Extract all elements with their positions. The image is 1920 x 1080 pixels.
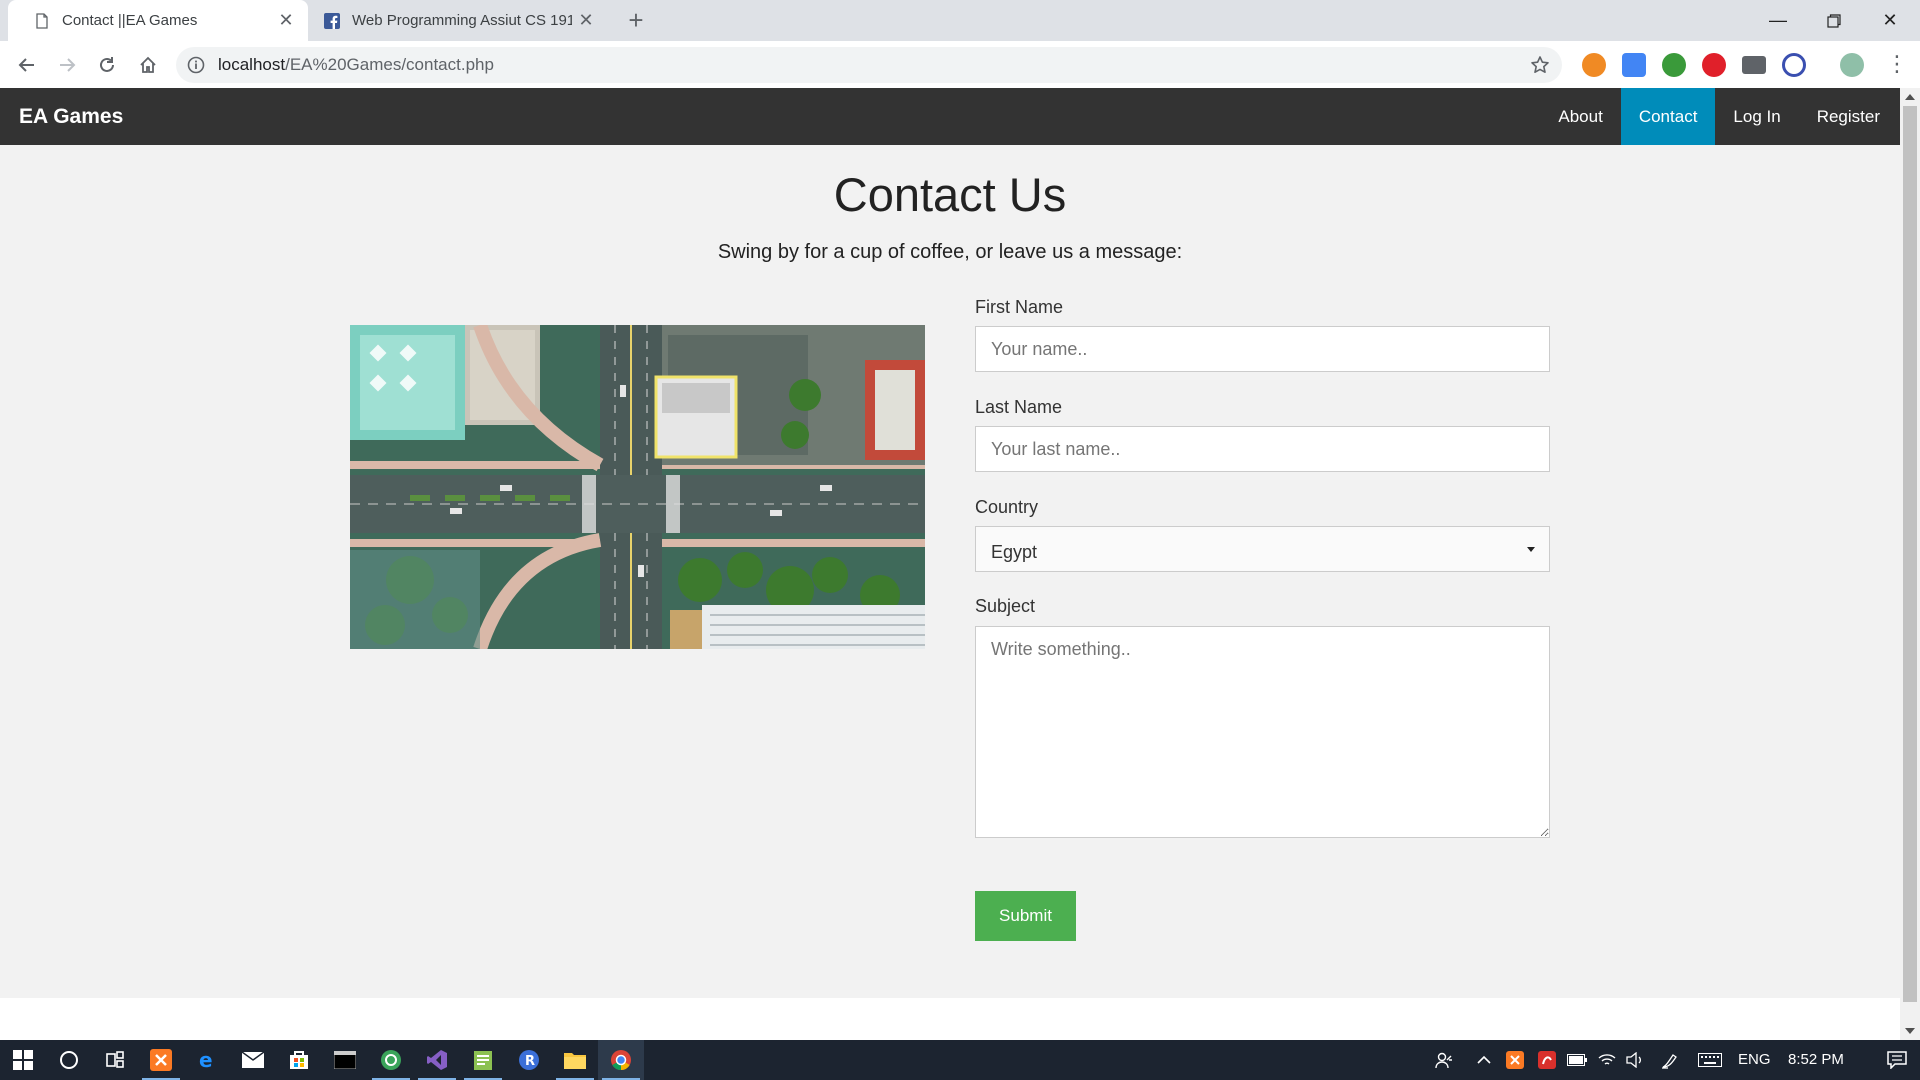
tab-facebook[interactable]: Web Programming Assiut CS 191 ✕	[308, 0, 608, 41]
site-navbar: EA Games About Contact Log In Register	[0, 88, 1900, 145]
r-app-icon[interactable]: R	[506, 1040, 552, 1080]
wifi-icon[interactable]	[1592, 1040, 1622, 1080]
battery-icon[interactable]	[1562, 1040, 1592, 1080]
tab-title: Web Programming Assiut CS 191	[352, 12, 572, 29]
extension-green-icon[interactable]	[1662, 53, 1686, 77]
svg-text:R: R	[525, 1054, 535, 1069]
task-view-icon[interactable]	[92, 1040, 138, 1080]
subject-label: Subject	[975, 596, 1036, 616]
url-path: /EA%20Games/contact.php	[285, 55, 494, 74]
page-subtitle: Swing by for a cup of coffee, or leave u…	[717, 241, 1183, 263]
notifications-icon[interactable]	[1874, 1040, 1920, 1080]
mail-app-icon[interactable]	[230, 1040, 276, 1080]
extension-orange-icon[interactable]	[1582, 53, 1606, 77]
nav-links: About Contact Log In Register	[1540, 88, 1900, 145]
chrome-menu-icon[interactable]: ⋮	[1886, 53, 1908, 77]
pen-icon[interactable]	[1656, 1040, 1686, 1080]
minimize-icon[interactable]: —	[1750, 0, 1806, 41]
last-name-input[interactable]	[975, 426, 1550, 472]
nav-login[interactable]: Log In	[1715, 88, 1798, 145]
contact-content: Contact Us Swing by for a cup of coffee,…	[0, 145, 1900, 998]
restore-icon[interactable]	[1806, 0, 1862, 41]
caret-down-icon	[1527, 547, 1535, 552]
url-host: localhost	[218, 55, 286, 74]
block-icon[interactable]	[1782, 53, 1806, 77]
subject-textarea[interactable]	[975, 626, 1550, 838]
back-arrow-icon[interactable]	[11, 49, 43, 81]
tab-close-icon[interactable]: ✕	[272, 10, 300, 31]
cortana-search-icon[interactable]	[46, 1040, 92, 1080]
keyboard-icon[interactable]	[1692, 1040, 1728, 1080]
tray-chevron-up-icon[interactable]	[1466, 1040, 1502, 1080]
svg-text:e: e	[199, 1049, 213, 1071]
opera-icon[interactable]	[1702, 53, 1726, 77]
windows-start-icon[interactable]	[0, 1040, 46, 1080]
scroll-up-icon[interactable]	[1905, 94, 1915, 100]
url-text: localhost/EA%20Games/contact.php	[218, 47, 494, 83]
aerial-city-photo	[350, 325, 925, 649]
forward-arrow-icon[interactable]	[51, 49, 83, 81]
facebook-icon	[324, 12, 340, 29]
tray-xampp-icon[interactable]	[1500, 1040, 1530, 1080]
page-scrollbar[interactable]	[1900, 88, 1920, 1040]
page-viewport: EA Games About Contact Log In Register C…	[0, 88, 1900, 1040]
edge-icon[interactable]: e	[184, 1040, 230, 1080]
tray-red-app-icon[interactable]	[1532, 1040, 1562, 1080]
new-tab-plus-icon[interactable]: +	[622, 7, 650, 35]
last-name-label: Last Name	[975, 397, 1063, 417]
browser-toolbar: localhost/EA%20Games/contact.php ⋮	[0, 41, 1920, 89]
country-select[interactable]: Egypt	[975, 526, 1550, 572]
tab-contact[interactable]: Contact ||EA Games ✕	[8, 0, 308, 41]
notepad-icon[interactable]	[460, 1040, 506, 1080]
page-title: Contact Us	[833, 168, 1067, 221]
nav-contact[interactable]: Contact	[1620, 88, 1716, 145]
first-name-input[interactable]	[975, 326, 1550, 372]
language-indicator[interactable]: ENG	[1738, 1040, 1771, 1080]
page-icon	[36, 12, 48, 29]
windows-taskbar: e R ENG 8:52 PM	[0, 1040, 1920, 1080]
scroll-thumb[interactable]	[1903, 106, 1917, 1002]
country-selected-value: Egypt	[991, 542, 1038, 562]
tab-close-icon[interactable]: ✕	[572, 10, 600, 31]
browser-tab-strip: Contact ||EA Games ✕ Web Programming Ass…	[0, 0, 1920, 41]
people-icon[interactable]	[1424, 1040, 1464, 1080]
xampp-icon[interactable]	[138, 1040, 184, 1080]
reload-icon[interactable]	[91, 49, 123, 81]
chrome-icon[interactable]	[598, 1040, 644, 1080]
submit-button[interactable]: Submit	[975, 891, 1076, 941]
nav-about[interactable]: About	[1540, 88, 1620, 145]
home-icon[interactable]	[132, 49, 164, 81]
first-name-label: First Name	[975, 297, 1064, 317]
visual-studio-icon[interactable]	[414, 1040, 460, 1080]
volume-icon[interactable]	[1620, 1040, 1650, 1080]
mail-icon[interactable]	[1742, 56, 1766, 74]
scroll-down-icon[interactable]	[1905, 1028, 1915, 1034]
address-bar[interactable]: localhost/EA%20Games/contact.php	[176, 47, 1562, 83]
clock[interactable]: 8:52 PM	[1788, 1040, 1844, 1080]
info-icon[interactable]	[187, 56, 205, 74]
green-app-icon[interactable]	[368, 1040, 414, 1080]
terminal-icon[interactable]	[322, 1040, 368, 1080]
tab-title: Contact ||EA Games	[62, 12, 198, 29]
country-label: Country	[975, 497, 1039, 517]
site-brand[interactable]: EA Games	[19, 88, 123, 145]
nav-register[interactable]: Register	[1799, 88, 1900, 145]
store-icon[interactable]	[276, 1040, 322, 1080]
close-window-icon[interactable]: ✕	[1862, 0, 1918, 41]
bookmark-star-icon[interactable]	[1530, 55, 1550, 75]
google-translate-icon[interactable]	[1622, 53, 1646, 77]
profile-avatar[interactable]	[1840, 53, 1864, 77]
file-explorer-icon[interactable]	[552, 1040, 598, 1080]
